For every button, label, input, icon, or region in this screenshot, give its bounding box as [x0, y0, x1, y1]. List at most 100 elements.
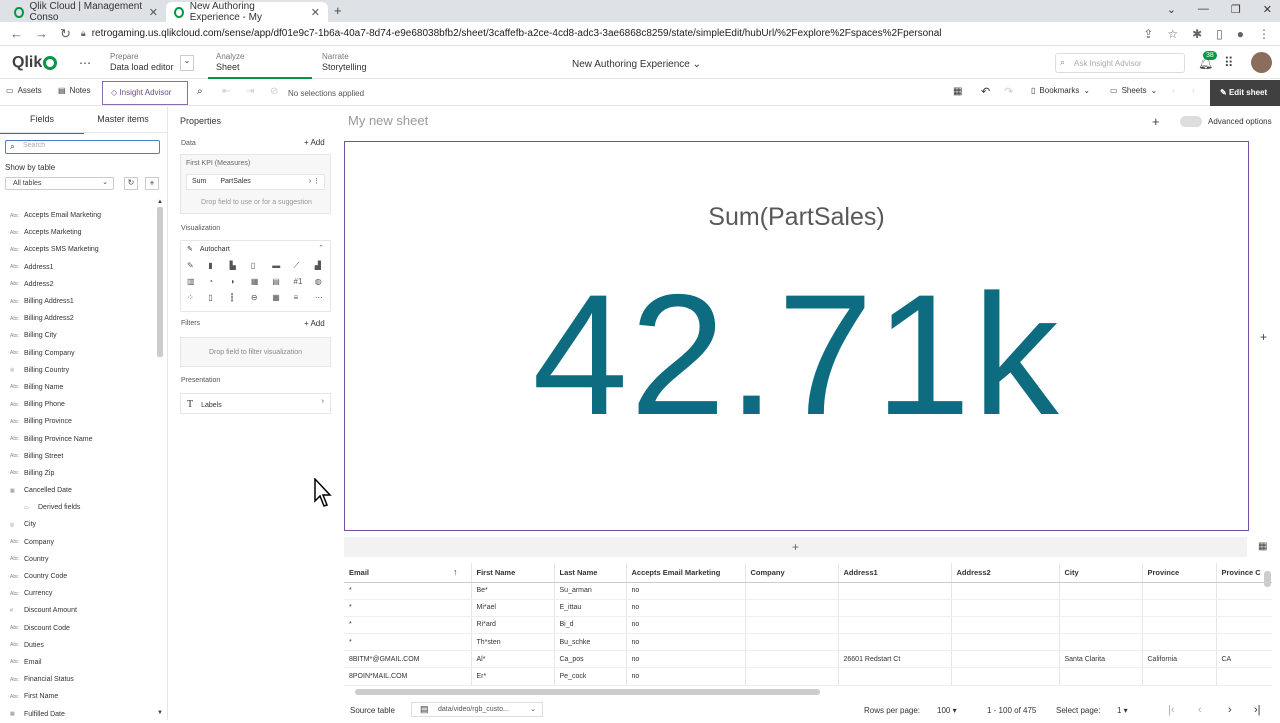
next-page-icon[interactable]: › [1228, 704, 1232, 716]
avatar[interactable] [1251, 52, 1272, 73]
bookmarks-button[interactable]: ▯ Bookmarks ⌄ [1031, 86, 1090, 95]
new-tab-button[interactable]: + [334, 3, 342, 18]
back-icon[interactable]: ← [10, 26, 23, 42]
scroll-up-icon[interactable]: ▲ [157, 199, 163, 205]
table-cell[interactable] [951, 582, 1060, 600]
table-cell[interactable] [745, 633, 839, 652]
table-cell[interactable]: Ri*ard [471, 616, 555, 635]
table-cell[interactable] [1142, 633, 1217, 652]
table-cell[interactable]: * [344, 616, 472, 635]
table-cell[interactable] [838, 599, 952, 617]
measure-item[interactable]: Sum PartSales › ⋮ [186, 174, 325, 190]
chart-type-icon[interactable]: ⟋ [294, 261, 300, 271]
chart-type-icon[interactable]: ▮ [208, 261, 212, 270]
clear-selections-icon[interactable]: ⊘ [270, 86, 278, 97]
field-item[interactable]: Abc Address1 [10, 259, 155, 276]
chart-type-icon[interactable]: ▟ [315, 261, 321, 270]
step-forward-icon[interactable]: ⇥ [246, 86, 254, 97]
field-item[interactable]: ▦ Cancelled Date [10, 482, 155, 499]
field-item[interactable]: Abc Duties [10, 637, 155, 654]
table-cell[interactable]: no [626, 582, 746, 600]
table-cell[interactable]: * [344, 599, 472, 617]
field-list-scrollbar[interactable] [157, 207, 163, 357]
table-cell[interactable] [1216, 633, 1272, 652]
chart-type-icon[interactable]: ⁘ [187, 293, 194, 302]
page-select[interactable]: 1 ▾ [1117, 706, 1128, 715]
add-row-button[interactable]: + [344, 537, 1247, 557]
table-cell[interactable]: Su_arman [554, 582, 627, 600]
autochart-selector[interactable]: ✎ Autochart [187, 245, 230, 253]
refresh-icon[interactable]: ↻ [124, 177, 138, 190]
step-back-icon[interactable]: ⇤ [222, 86, 230, 97]
sidebar-icon[interactable]: ▯ [1216, 27, 1223, 41]
source-table-select[interactable]: data/video/rgb_custo... ⌄ [411, 702, 543, 717]
field-item[interactable]: Abc Billing Company [10, 345, 155, 362]
table-cell[interactable] [1059, 582, 1143, 600]
chart-type-icon[interactable]: ✎ [187, 261, 194, 270]
table-horizontal-scrollbar[interactable] [355, 689, 820, 695]
field-item[interactable]: Abc Financial Status [10, 671, 155, 688]
advanced-options-toggle[interactable]: Advanced options [1180, 116, 1272, 127]
column-header[interactable]: Company [745, 563, 839, 583]
field-item[interactable]: ◎ City [10, 516, 155, 533]
column-header[interactable]: Accepts Email Marketing [626, 563, 746, 583]
field-item[interactable]: Abc Billing Province Name [10, 430, 155, 447]
column-header[interactable]: Address1 [838, 563, 952, 583]
filter-drop-zone[interactable]: Drop field to filter visualization [180, 337, 331, 367]
browser-tab-active[interactable]: New Authoring Experience - My ✕ [166, 1, 328, 23]
table-cell[interactable] [745, 616, 839, 635]
chart-type-icon[interactable]: ◔ [208, 277, 213, 286]
field-item[interactable]: Abc Billing City [10, 327, 155, 344]
table-cell[interactable] [951, 599, 1060, 617]
field-item[interactable]: Abc First Name [10, 688, 155, 705]
table-cell[interactable]: Bu_schke [554, 633, 627, 652]
forward-icon[interactable]: → [35, 26, 48, 42]
tab-search-icon[interactable]: ⌄ [1167, 3, 1176, 16]
table-cell[interactable] [1059, 599, 1143, 617]
chart-type-icon[interactable]: ▯ [251, 261, 255, 270]
chart-type-icon[interactable]: ▥ [187, 277, 195, 286]
field-item[interactable]: Abc Billing Province [10, 413, 155, 430]
table-cell[interactable]: no [626, 616, 746, 635]
table-cell[interactable] [1142, 599, 1217, 617]
table-cell[interactable]: California [1142, 650, 1217, 669]
sheets-button[interactable]: ▭ Sheets ⌄ [1110, 86, 1157, 95]
table-cell[interactable] [838, 582, 952, 600]
table-cell[interactable] [1059, 667, 1143, 686]
column-header[interactable]: Email [344, 563, 472, 583]
field-search-input[interactable]: Search [5, 140, 160, 154]
field-item[interactable]: ▦ Fulfilled Date [10, 705, 155, 722]
field-item[interactable]: ◎ Billing Country [10, 362, 155, 379]
kpi-chart[interactable]: Sum(PartSales) 42.71k [344, 141, 1249, 531]
notes-button[interactable]: ▤ Notes [58, 86, 90, 95]
table-cell[interactable]: no [626, 599, 746, 617]
table-cell[interactable] [1216, 667, 1272, 686]
add-column-icon[interactable]: + [1260, 330, 1267, 344]
table-cell[interactable] [1059, 633, 1143, 652]
table-cell[interactable] [838, 633, 952, 652]
table-cell[interactable]: no [626, 650, 746, 669]
table-cell[interactable]: Be* [471, 582, 555, 600]
table-cell[interactable]: Er* [471, 667, 555, 686]
table-cell[interactable] [745, 667, 839, 686]
first-page-icon[interactable]: |‹ [1168, 704, 1175, 716]
table-cell[interactable] [745, 650, 839, 669]
tab-master-items[interactable]: Master items [84, 114, 162, 124]
next-sheet-icon[interactable]: › [1192, 86, 1195, 95]
field-item[interactable]: Abc Country [10, 551, 155, 568]
close-tab-icon[interactable]: ✕ [311, 6, 320, 19]
table-cell[interactable] [1216, 616, 1272, 635]
column-header[interactable]: Last Name [554, 563, 627, 583]
chart-type-icon[interactable]: ▦ [251, 277, 259, 286]
table-cell[interactable]: no [626, 667, 746, 686]
field-item[interactable]: Abc Billing Name [10, 379, 155, 396]
add-object-icon[interactable]: + [1152, 114, 1160, 129]
field-item[interactable]: ▭ Derived fields [10, 499, 155, 516]
tab-fields[interactable]: Fields [0, 114, 84, 134]
edit-sheet-button[interactable]: ✎ Edit sheet [1210, 80, 1280, 106]
chart-type-icon[interactable]: ┇ [230, 293, 235, 302]
field-item[interactable]: Abc Accepts Marketing [10, 224, 155, 241]
add-filter-button[interactable]: + Add [304, 319, 325, 328]
table-cell[interactable] [838, 616, 952, 635]
chart-type-icon[interactable]: ▙ [230, 261, 236, 270]
